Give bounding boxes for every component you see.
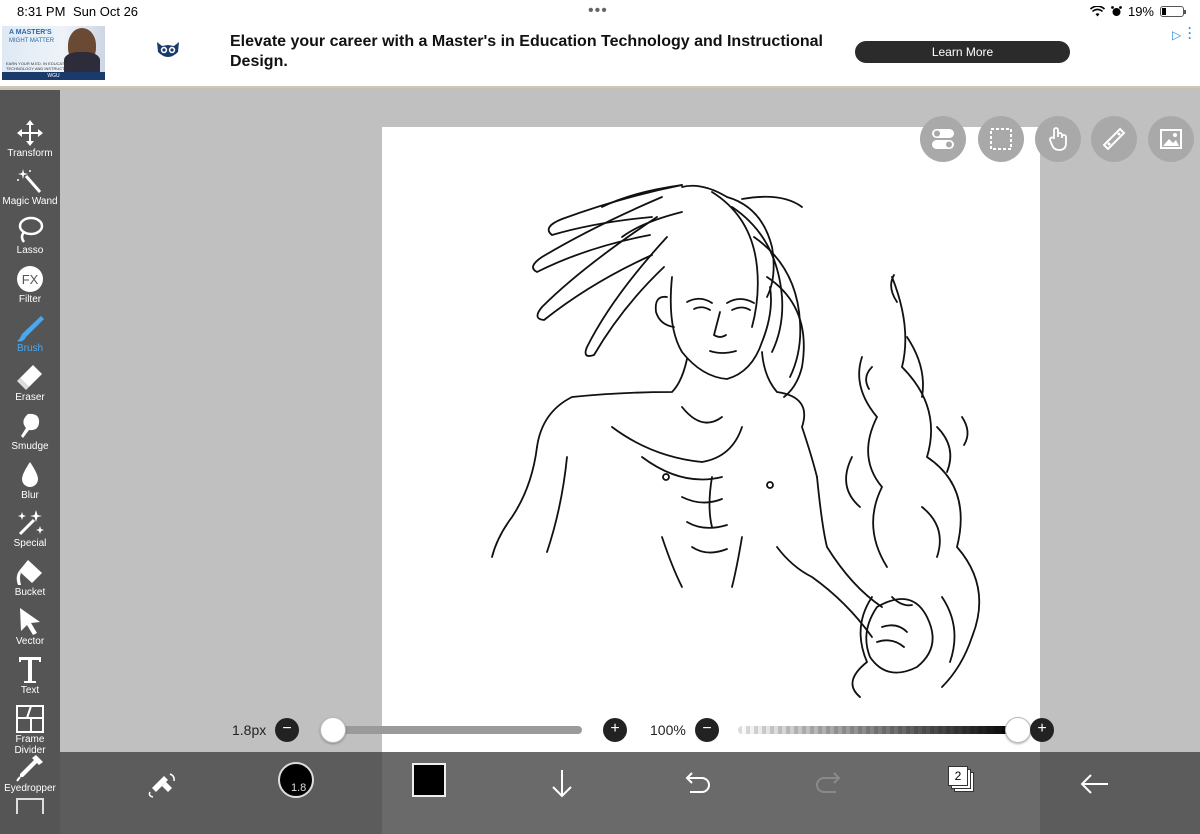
back-arrow-icon[interactable] xyxy=(1074,766,1114,802)
tool-text[interactable]: Text xyxy=(0,651,60,699)
tool-label: Lasso xyxy=(16,245,44,256)
ad-banner[interactable]: A MASTER'S MIGHT MATTER EARN YOUR M.ED. … xyxy=(0,22,1200,88)
tool-label: Eyedropper xyxy=(4,783,56,794)
toggle-switch-icon xyxy=(932,129,954,149)
status-time: 8:31 PM xyxy=(17,4,66,19)
toggle-panel-button[interactable] xyxy=(920,116,966,162)
tool-label: Vector xyxy=(15,636,45,647)
drop-icon xyxy=(22,462,38,487)
fx-icon: FX xyxy=(17,266,43,292)
brush-size-knob[interactable] xyxy=(320,717,347,743)
ad-person-image xyxy=(64,28,100,72)
tool-transform[interactable]: Transform xyxy=(0,114,60,162)
tool-special[interactable]: Special xyxy=(0,504,60,552)
tool-label: Filter xyxy=(18,294,42,305)
tool-filter[interactable]: FX Filter xyxy=(0,260,60,308)
ad-thumb-title: A MASTER'S xyxy=(9,29,52,36)
tool-smudge[interactable]: Smudge xyxy=(0,407,60,455)
more-tools-icon[interactable] xyxy=(16,798,44,814)
tool-label: Transform xyxy=(7,148,53,159)
bucket-icon xyxy=(16,560,42,585)
magic-wand-icon xyxy=(17,169,42,193)
opacity-decrease-button[interactable]: − xyxy=(695,718,719,742)
size-decrease-button[interactable]: − xyxy=(275,718,299,742)
tool-lasso[interactable]: Lasso xyxy=(0,211,60,259)
tool-vector[interactable]: Vector xyxy=(0,602,60,650)
opacity-knob[interactable] xyxy=(1005,717,1031,743)
eraser-icon xyxy=(17,365,42,390)
eyedropper-icon xyxy=(16,755,43,782)
brush-icon xyxy=(17,316,44,342)
tool-label: Blur xyxy=(21,490,39,501)
status-right: 19% xyxy=(1089,4,1186,19)
brush-size-label: 1.8px xyxy=(232,722,267,738)
tool-eraser[interactable]: Eraser xyxy=(0,358,60,406)
smudge-icon xyxy=(21,413,40,438)
tool-label: Eraser xyxy=(15,392,45,403)
layers-button[interactable]: 2 xyxy=(948,766,974,792)
tool-bucket[interactable]: Bucket xyxy=(0,553,60,601)
layer-count: 2 xyxy=(954,769,962,783)
opacity-slider[interactable] xyxy=(738,726,1018,734)
brush-size-preview[interactable]: 1.8 xyxy=(278,762,314,798)
ad-headline[interactable]: Elevate your career with a Master's in E… xyxy=(230,32,830,72)
status-date: Sun Oct 26 xyxy=(73,4,139,19)
multitasking-dots-icon[interactable]: ••• xyxy=(588,2,608,20)
tool-eyedropper[interactable]: Eyedropper xyxy=(0,749,60,797)
touch-gesture-button[interactable] xyxy=(1035,116,1081,162)
download-arrow-icon[interactable] xyxy=(542,766,582,802)
drawing-canvas[interactable] xyxy=(382,127,1040,752)
tool-label: Smudge xyxy=(11,441,49,452)
ad-thumbnail[interactable]: A MASTER'S MIGHT MATTER EARN YOUR M.ED. … xyxy=(2,26,105,80)
redo-icon[interactable] xyxy=(810,766,850,802)
ad-thumb-brand: WGU xyxy=(2,72,105,80)
ad-options-icon[interactable]: · · · xyxy=(1188,22,1192,44)
adchoices-icon[interactable]: ▷ xyxy=(1172,28,1181,42)
tool-brush[interactable]: Brush xyxy=(0,309,60,357)
battery-icon xyxy=(1160,6,1186,17)
tool-label: Magic Wand xyxy=(2,196,58,207)
cursor-arrow-icon xyxy=(20,608,40,635)
hand-pointer-icon xyxy=(1049,127,1067,151)
brush-eraser-swap-icon[interactable] xyxy=(142,766,182,802)
brush-size-slider[interactable] xyxy=(320,726,582,734)
move-arrows-icon xyxy=(17,120,43,146)
current-color-swatch[interactable] xyxy=(412,763,446,797)
material-button[interactable] xyxy=(1148,116,1194,162)
ruler-icon xyxy=(1102,127,1126,151)
bottom-toolbar: 1.8 2 xyxy=(60,752,1200,834)
lasso-icon xyxy=(18,216,44,243)
tool-magic-wand[interactable]: Magic Wand xyxy=(0,162,60,210)
owl-logo-icon xyxy=(157,42,179,57)
dashed-selection-icon xyxy=(990,128,1012,150)
tool-label: Bucket xyxy=(14,587,46,598)
selection-button[interactable] xyxy=(978,116,1024,162)
ruler-button[interactable] xyxy=(1091,116,1137,162)
text-t-icon xyxy=(19,657,41,683)
battery-percent: 19% xyxy=(1127,4,1154,19)
wifi-icon xyxy=(1089,6,1105,17)
ad-thumb-subtitle: MIGHT MATTER xyxy=(9,38,55,44)
tool-label: Special xyxy=(13,538,47,549)
ios-status-bar: 8:31 PM Sun Oct 26 ••• 19% xyxy=(0,0,1200,24)
sparkle-wand-icon xyxy=(18,510,44,536)
tool-blur[interactable]: Blur xyxy=(0,456,60,504)
brush-slider-row: 1.8px − + 100% − + xyxy=(0,712,1200,748)
undo-icon[interactable] xyxy=(676,766,716,802)
size-increase-button[interactable]: + xyxy=(603,718,627,742)
tool-label: Text xyxy=(20,685,40,696)
brush-size-badge: 1.8 xyxy=(291,782,307,794)
svg-text:FX: FX xyxy=(22,272,39,287)
artwork-line-drawing xyxy=(491,184,981,698)
opacity-label: 100% xyxy=(650,722,686,738)
learn-more-button[interactable]: Learn More xyxy=(855,41,1070,63)
alarm-icon xyxy=(1111,6,1122,16)
tool-label: Brush xyxy=(16,343,44,354)
opacity-increase-button[interactable]: + xyxy=(1030,718,1054,742)
image-icon xyxy=(1160,129,1182,149)
